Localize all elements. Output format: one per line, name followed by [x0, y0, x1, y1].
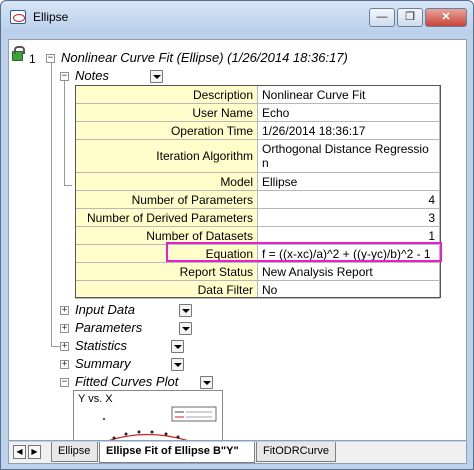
statistics-dropdown-button[interactable]	[171, 340, 184, 353]
notes-row: Model Ellipse	[75, 172, 440, 191]
notes-row: Number of Datasets 1	[75, 226, 440, 245]
notes-row: User Name Echo	[75, 103, 440, 122]
tab-ellipse-fit[interactable]: Ellipse Fit of Ellipse B"Y"	[99, 442, 255, 463]
section-parameters: Parameters	[75, 320, 143, 335]
statistics-expand-toggle[interactable]: +	[60, 342, 69, 351]
notes-row: Iteration Algorithm Orthogonal Distance R…	[75, 139, 440, 173]
section-input-data: Input Data	[75, 302, 135, 317]
tab-fitodrcurve[interactable]: FitODRCurve	[256, 442, 336, 462]
maximize-button[interactable]: ❐	[397, 8, 423, 27]
summary-expand-toggle[interactable]: +	[60, 360, 69, 369]
notes-row-label: Equation	[75, 244, 258, 263]
graph-point	[112, 436, 116, 440]
title-bar[interactable]: Ellipse — ❐ ✕	[1, 1, 473, 33]
section-statistics: Statistics	[75, 338, 128, 353]
notes-table: Description Nonlinear Curve Fit User Name E…	[75, 85, 440, 299]
notes-row-value[interactable]: 1/26/2014 18:36:17	[257, 121, 440, 140]
parameters-expand-toggle[interactable]: +	[60, 324, 69, 333]
notes-row: Data Filter No	[75, 280, 440, 299]
window-title: Ellipse	[33, 10, 69, 24]
fitted-curves-collapse-toggle[interactable]: −	[60, 378, 69, 387]
input-data-dropdown-button[interactable]	[179, 304, 192, 317]
notes-row-label: Description	[75, 85, 258, 104]
notes-row-value[interactable]: 4	[257, 190, 440, 209]
app-window: Ellipse — ❐ ✕ 1 − Nonlinear Curve Fit (E…	[0, 0, 474, 470]
notes-row-value[interactable]: No	[257, 280, 440, 299]
tree-line	[51, 62, 52, 347]
notes-row-label: Operation Time	[75, 121, 258, 140]
notes-row: Report Status New Analysis Report	[75, 262, 440, 281]
graph-point	[150, 430, 154, 434]
tree-line	[64, 185, 72, 186]
close-button[interactable]: ✕	[425, 8, 467, 27]
notes-row-label: Model	[75, 172, 258, 191]
notes-row-label: Iteration Algorithm	[75, 139, 258, 173]
summary-dropdown-button[interactable]	[171, 358, 184, 371]
notes-row-value[interactable]: Ellipse	[257, 172, 440, 191]
notes-row-label: Report Status	[75, 262, 258, 281]
notes-row-label: Data Filter	[75, 280, 258, 299]
fitted-curves-graph[interactable]: Y vs. X	[73, 390, 223, 440]
root-index: 1	[29, 52, 36, 66]
notes-row-value[interactable]: 1	[257, 226, 440, 245]
root-collapse-toggle[interactable]: −	[46, 54, 55, 63]
graph-legend-box	[171, 406, 217, 422]
notes-row-value[interactable]: Echo	[257, 103, 440, 122]
notes-row-label: Number of Parameters	[75, 190, 258, 209]
notes-row: Number of Derived Parameters 3	[75, 208, 440, 227]
prev-tab-button[interactable]: ◀	[13, 445, 26, 459]
parameters-dropdown-button[interactable]	[179, 322, 192, 335]
graph-point	[103, 418, 105, 420]
notes-row-value[interactable]: New Analysis Report	[257, 262, 440, 281]
notes-row-value[interactable]: 3	[257, 208, 440, 227]
notes-row: Operation Time 1/26/2014 18:36:17	[75, 121, 440, 140]
notes-row-value[interactable]: Orthogonal Distance Regressio n	[257, 139, 440, 173]
next-tab-button[interactable]: ▶	[28, 445, 41, 459]
lock-icon	[12, 46, 25, 61]
graph-point	[164, 432, 168, 436]
minimize-button[interactable]: —	[369, 8, 395, 27]
notes-row: Number of Parameters 4	[75, 190, 440, 209]
notes-label: Notes	[75, 68, 109, 83]
graph-point	[137, 430, 141, 434]
section-summary: Summary	[75, 356, 131, 371]
notes-row-label: Number of Datasets	[75, 226, 258, 245]
notes-row-value[interactable]: f = ((x-xc)/a)^2 + ((y-yc)/b)^2 - 1	[257, 244, 440, 263]
notes-row: Equation f = ((x-xc)/a)^2 + ((y-yc)/b)^2 …	[75, 244, 440, 263]
graph-point	[124, 432, 128, 436]
notes-row: Description Nonlinear Curve Fit	[75, 85, 440, 104]
notes-collapse-toggle[interactable]: −	[60, 72, 69, 81]
graph-point	[176, 435, 180, 439]
notes-dropdown-button[interactable]	[150, 70, 163, 83]
notes-row-label: Number of Derived Parameters	[75, 208, 258, 227]
input-data-expand-toggle[interactable]: +	[60, 306, 69, 315]
sheet-tab-bar: ◀ ▶ Ellipse Ellipse Fit of Ellipse B"Y" …	[8, 442, 467, 464]
fitted-curves-dropdown-button[interactable]	[200, 376, 213, 389]
report-sheet: 1 − Nonlinear Curve Fit (Ellipse) (1/26/…	[8, 39, 467, 441]
section-fitted-curves-plot: Fitted Curves Plot	[75, 374, 179, 389]
notes-row-label: User Name	[75, 103, 258, 122]
notes-row-value[interactable]: Nonlinear Curve Fit	[257, 85, 440, 104]
root-title: Nonlinear Curve Fit (Ellipse) (1/26/2014…	[61, 50, 348, 65]
graph-thumbnail	[103, 406, 217, 440]
ellipse-app-icon	[10, 10, 26, 24]
tree-line	[64, 80, 65, 185]
tab-ellipse[interactable]: Ellipse	[51, 442, 98, 462]
